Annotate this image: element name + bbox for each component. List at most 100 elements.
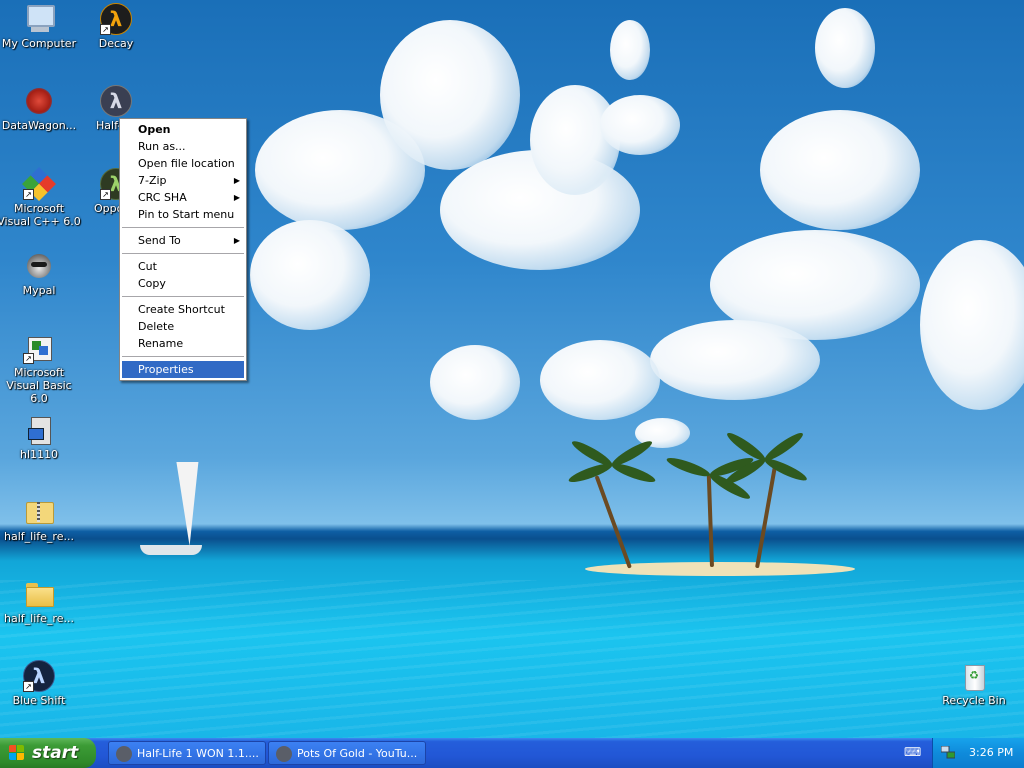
palm-trunk — [594, 475, 632, 569]
wallpaper-cloud — [540, 340, 660, 420]
menu-item-label: Open file location — [138, 157, 235, 170]
sailboat-sail — [145, 462, 199, 546]
visual-cpp-icon: ↗ — [22, 167, 56, 201]
menu-item-crc-sha[interactable]: CRC SHA ▶ — [120, 189, 246, 206]
folder-icon — [23, 578, 55, 610]
desktop-icon-half-life-zip[interactable]: half_life_re... — [0, 496, 81, 543]
desktop-icon-mypal[interactable]: Mypal — [0, 250, 81, 297]
palm-trunk — [755, 461, 778, 569]
wallpaper-cloud — [250, 220, 370, 330]
palm-frond — [665, 454, 712, 480]
desktop-icon-decay[interactable]: λ ↗ Decay — [74, 3, 158, 50]
menu-item-cut[interactable]: Cut — [120, 258, 246, 275]
keyboard-language-icon[interactable]: ⌨ — [904, 745, 921, 759]
submenu-arrow-icon: ▶ — [233, 236, 240, 245]
taskbar-button-label: Half-Life 1 WON 1.1.... — [137, 747, 259, 760]
menu-item-label: Open — [138, 123, 171, 136]
taskbar-button-pots-of-gold[interactable]: Pots Of Gold - YouTu... — [268, 741, 426, 765]
desktop-icon-label: Blue Shift — [12, 694, 66, 707]
submenu-arrow-icon: ▶ — [233, 176, 240, 185]
context-menu: Open Run as... Open file location 7-Zip ▶… — [119, 118, 247, 381]
shortcut-arrow-icon: ↗ — [100, 24, 111, 35]
wallpaper-cloud — [380, 20, 520, 170]
menu-item-label: Create Shortcut — [138, 303, 225, 316]
desktop-icon-visual-basic[interactable]: ↗ Microsoft Visual Basic 6.0 — [0, 332, 81, 405]
menu-item-run-as[interactable]: Run as... — [120, 138, 246, 155]
menu-item-create-shortcut[interactable]: Create Shortcut — [120, 301, 246, 318]
desktop-icon-label: half_life_re... — [4, 612, 74, 625]
menu-separator — [122, 253, 244, 254]
palm-frond — [610, 460, 657, 486]
menu-item-label: Delete — [138, 320, 175, 333]
menu-item-label: Cut — [138, 260, 157, 273]
menu-item-delete[interactable]: Delete — [120, 318, 246, 335]
clock[interactable]: 3:26 PM — [969, 738, 1013, 768]
desktop-icon-label: Microsoft Visual C++ 6.0 — [0, 202, 81, 228]
menu-separator — [122, 356, 244, 357]
visual-basic-icon: ↗ — [23, 332, 55, 364]
taskbar-button-label: Pots Of Gold - YouTu... — [297, 747, 418, 760]
menu-item-open-file-location[interactable]: Open file location — [120, 155, 246, 172]
menu-item-copy[interactable]: Copy — [120, 275, 246, 292]
desktop-icon-label: Decay — [98, 37, 134, 50]
wallpaper-cloud — [760, 110, 920, 230]
wallpaper-cloud — [610, 20, 650, 80]
wallpaper-cloud — [650, 320, 820, 400]
shortcut-arrow-icon: ↗ — [100, 189, 111, 200]
menu-item-label: Send To — [138, 234, 181, 247]
start-button[interactable]: start — [0, 738, 96, 768]
taskbar-button-half-life[interactable]: Half-Life 1 WON 1.1.... — [108, 741, 266, 765]
menu-separator — [122, 296, 244, 297]
network-tray-icon[interactable] — [941, 746, 955, 759]
shortcut-arrow-icon: ↗ — [23, 681, 34, 692]
recycle-bin-icon: ♻ — [958, 660, 990, 692]
desktop-icon-blue-shift[interactable]: λ ↗ Blue Shift — [0, 660, 81, 707]
palm-trunk — [706, 474, 714, 568]
menu-item-rename[interactable]: Rename — [120, 335, 246, 352]
desktop-icon-my-computer[interactable]: My Computer — [0, 3, 81, 50]
menu-item-label: Copy — [138, 277, 166, 290]
menu-item-label: Rename — [138, 337, 184, 350]
desktop-icon-label: Mypal — [22, 284, 56, 297]
sailboat-hull — [140, 545, 202, 555]
desktop-icon-visual-cpp[interactable]: ↗ Microsoft Visual C++ 6.0 — [0, 167, 81, 228]
sea-ripples — [0, 580, 1024, 738]
wallpaper-cloud — [815, 8, 875, 88]
menu-item-pin-to-start[interactable]: Pin to Start menu — [120, 206, 246, 223]
my-computer-icon — [23, 3, 55, 35]
menu-item-label: 7-Zip — [138, 174, 167, 187]
mypal-raccoon-icon — [23, 250, 55, 282]
desktop-icon-label: hl1110 — [19, 448, 59, 461]
palm-frond — [567, 460, 614, 486]
half-life-lambda-icon: λ — [100, 85, 132, 117]
system-tray: 3:26 PM — [932, 738, 1024, 768]
desktop-icon-label: Recycle Bin — [942, 694, 1006, 707]
menu-item-open[interactable]: Open — [120, 121, 246, 138]
installer-icon — [23, 414, 55, 446]
wallpaper-cloud — [920, 240, 1024, 410]
mypal-raccoon-icon — [116, 746, 132, 762]
menu-item-label: Properties — [138, 363, 194, 376]
menu-separator — [122, 227, 244, 228]
desktop-icon-label: Microsoft Visual Basic 6.0 — [6, 366, 72, 405]
desktop-icon-hl1110[interactable]: hl1110 — [0, 414, 81, 461]
menu-item-7zip[interactable]: 7-Zip ▶ — [120, 172, 246, 189]
blue-shift-lambda-icon: λ ↗ — [23, 660, 55, 692]
windows-flag-icon — [9, 745, 25, 761]
menu-item-label: Pin to Start menu — [138, 208, 235, 221]
half-life-lambda-icon: λ ↗ — [100, 3, 132, 35]
start-label: start — [32, 743, 79, 763]
wallpaper-cloud — [430, 345, 520, 420]
wallpaper-cloud — [600, 95, 680, 155]
desktop-icon-label: DataWagon... — [1, 119, 77, 132]
menu-item-properties[interactable]: Properties — [122, 361, 244, 378]
submenu-arrow-icon: ▶ — [233, 193, 240, 202]
mypal-raccoon-icon — [276, 746, 292, 762]
desktop-icon-datawagon[interactable]: DataWagon... — [0, 85, 81, 132]
shortcut-arrow-icon: ↗ — [23, 353, 34, 364]
desktop-icon-half-life-folder[interactable]: half_life_re... — [0, 578, 81, 625]
desktop-icon-recycle-bin[interactable]: ♻ Recycle Bin — [932, 660, 1016, 707]
menu-item-label: CRC SHA — [138, 191, 187, 204]
desktop-icon-label: half_life_re... — [4, 530, 74, 543]
menu-item-send-to[interactable]: Send To ▶ — [120, 232, 246, 249]
